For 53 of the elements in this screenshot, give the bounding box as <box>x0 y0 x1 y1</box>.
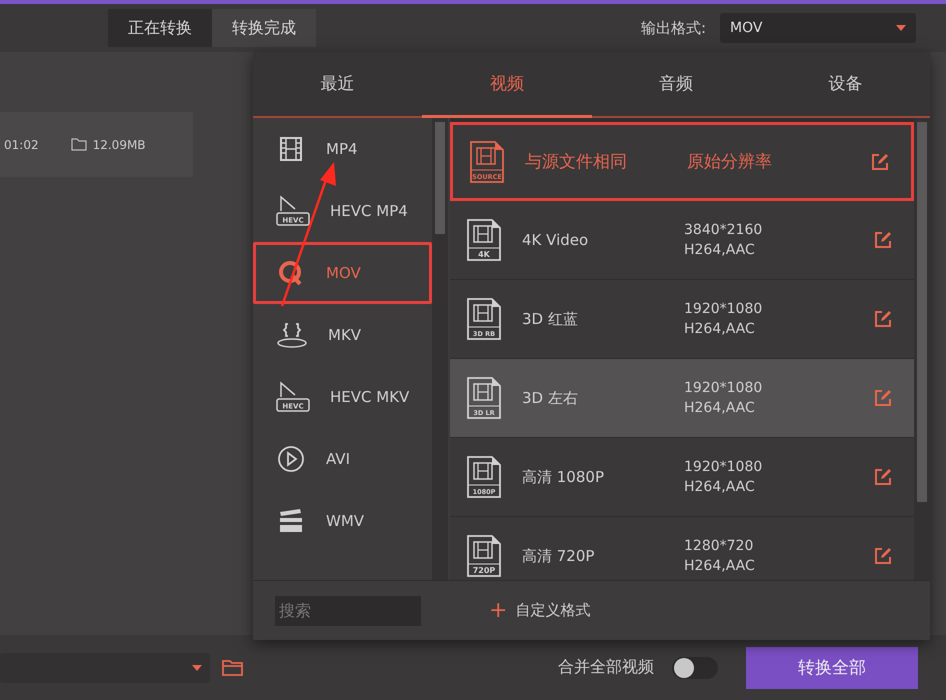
folder-icon[interactable] <box>222 658 244 676</box>
folder-icon <box>70 138 87 151</box>
duration-text: 01:02 <box>4 138 39 152</box>
video-file-icon: 4K <box>466 218 502 262</box>
format-item[interactable]: WMV <box>253 490 432 552</box>
braces-icon <box>276 320 308 350</box>
merge-toggle[interactable] <box>672 656 718 678</box>
format-item[interactable]: MP4 <box>253 118 432 180</box>
preset-name: 高清 720P <box>522 546 596 566</box>
caret-icon <box>192 664 202 670</box>
preset-name: 高清 1080P <box>522 468 605 486</box>
preset-name: 3D 红蓝 <box>522 310 579 328</box>
resolution-text: 原始分辨率 <box>687 151 773 173</box>
caret-icon <box>896 25 906 31</box>
edit-icon[interactable] <box>874 231 892 249</box>
search-field[interactable]: 搜索 <box>275 596 421 626</box>
codec-text: H264,AAC <box>684 400 756 416</box>
category-tab[interactable]: 音频 <box>592 52 761 118</box>
resolution-text: 1280*720 <box>684 538 754 554</box>
format-item[interactable]: MKV <box>253 304 432 366</box>
view-tab[interactable]: 正在转换 <box>108 9 212 47</box>
edit-icon[interactable] <box>874 389 892 407</box>
format-item[interactable]: AVI <box>253 428 432 490</box>
codec-text: H264,AAC <box>684 242 756 258</box>
codec-text: H264,AAC <box>684 558 756 574</box>
preset-row[interactable]: 4K 4K Video 3840*2160 H264,AAC <box>450 201 914 280</box>
edit-icon[interactable] <box>874 468 892 486</box>
codec-text: H264,AAC <box>684 479 756 495</box>
play-icon <box>276 444 306 474</box>
video-file-icon: 720P <box>466 534 502 578</box>
preset-name: 3D 左右 <box>522 388 579 408</box>
custom-format-button[interactable]: + 自定义格式 <box>483 597 596 624</box>
merge-label: 合并全部视频 <box>558 657 654 678</box>
resolution-text: 1920*1080 <box>684 380 764 396</box>
edit-icon[interactable] <box>874 547 892 565</box>
resolution-text: 1920*1080 <box>684 459 764 475</box>
output-format-dropdown[interactable]: MOV <box>720 13 916 43</box>
scrollbar[interactable] <box>914 118 930 580</box>
resolution-text: 1920*1080 <box>684 301 764 317</box>
output-format-label: 输出格式: <box>640 18 706 38</box>
category-tab[interactable]: 最近 <box>253 52 422 118</box>
scrollbar[interactable] <box>432 118 448 580</box>
view-tab[interactable]: 转换完成 <box>212 9 316 47</box>
edit-icon[interactable] <box>871 152 889 170</box>
preset-name: 与源文件相同 <box>525 151 628 173</box>
preset-name: 4K Video <box>522 231 590 249</box>
edit-icon[interactable] <box>874 310 892 328</box>
preset-row[interactable]: 720P 高清 720P 1280*720 H264,AAC <box>450 517 914 580</box>
resolution-text: 3840*2160 <box>684 222 764 238</box>
category-tab[interactable]: 设备 <box>760 52 930 118</box>
file-size-text: 12.09MB <box>92 138 146 152</box>
convert-all-button[interactable]: 转换全部 <box>746 646 918 688</box>
codec-text: H264,AAC <box>684 321 756 337</box>
